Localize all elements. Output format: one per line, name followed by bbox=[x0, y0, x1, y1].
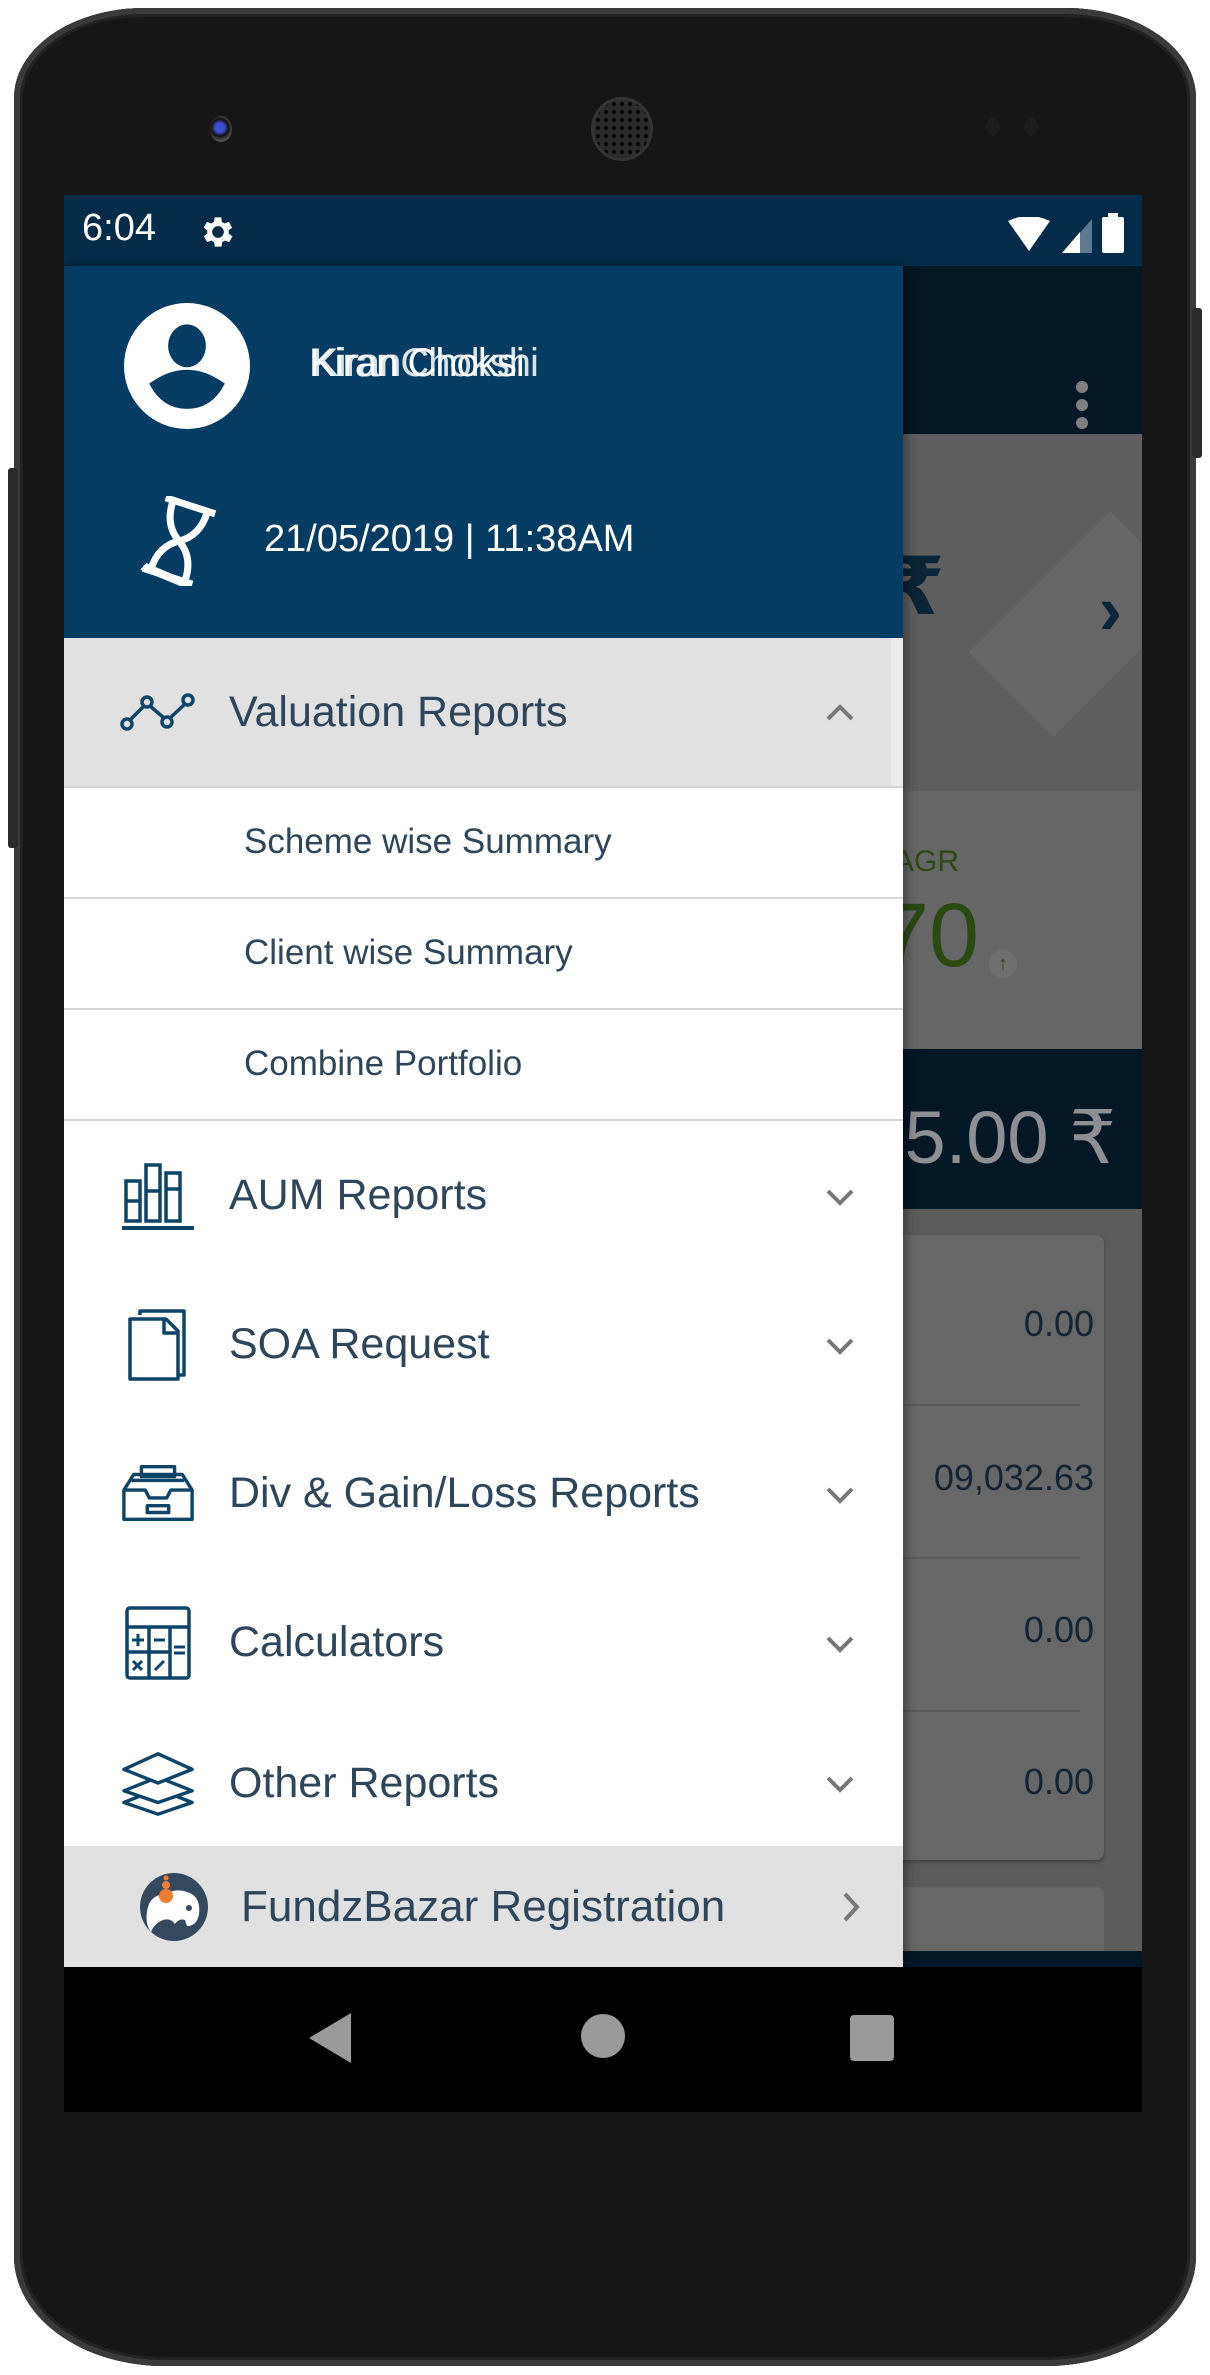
archive-tray-icon bbox=[120, 1456, 196, 1532]
power-button bbox=[1192, 308, 1202, 458]
chevron-down-icon[interactable] bbox=[823, 1179, 857, 1213]
wifi-icon bbox=[1008, 217, 1050, 251]
menu-label: AUM Reports bbox=[229, 1171, 488, 1219]
summary-row-value: 0.00 bbox=[1023, 1609, 1094, 1650]
row-divider bbox=[884, 1557, 1080, 1559]
summary-row-value: 0.00 bbox=[1023, 1303, 1094, 1344]
system-navigation-bar bbox=[64, 1967, 1142, 2112]
volume-button bbox=[8, 468, 18, 848]
recent-apps-icon[interactable] bbox=[850, 2015, 894, 2061]
fundzbazar-registration-item[interactable]: FundzBazar Registration bbox=[64, 1846, 903, 1967]
next-arrow-icon: › bbox=[1098, 571, 1122, 649]
more-options-icon bbox=[1076, 381, 1090, 435]
signal-icon bbox=[1062, 219, 1092, 253]
summary-row-value: 09,032.63 bbox=[933, 1457, 1094, 1498]
user-name: Kiran Choksi KiranChokshi bbox=[309, 341, 539, 386]
light-sensor bbox=[1024, 118, 1038, 136]
menu-item-valuation-reports[interactable]: Valuation Reports bbox=[64, 638, 903, 788]
row-divider bbox=[884, 1710, 1080, 1712]
menu-label: Calculators bbox=[229, 1618, 445, 1666]
menu-item-div-gain-loss-reports[interactable]: Div & Gain/Loss Reports bbox=[64, 1419, 903, 1568]
calculator-icon bbox=[120, 1605, 196, 1681]
cagr-label: AGR bbox=[894, 845, 960, 878]
chevron-down-icon[interactable] bbox=[823, 1477, 857, 1511]
last-login-time: 21/05/2019 | 11:38AM bbox=[264, 518, 635, 560]
drawer-menu: Valuation Reports Scheme wise Summary Cl… bbox=[64, 638, 903, 1849]
submenu-item-scheme-wise-summary[interactable]: Scheme wise Summary bbox=[64, 788, 903, 899]
chevron-down-icon[interactable] bbox=[823, 1626, 857, 1660]
fundzbazar-logo-icon bbox=[140, 1873, 208, 1941]
menu-label: SOA Request bbox=[229, 1320, 490, 1368]
bar-chart-icon bbox=[120, 1158, 196, 1234]
menu-item-soa-request[interactable]: SOA Request bbox=[64, 1270, 903, 1419]
summary-row-value: 0.00 bbox=[1023, 1761, 1094, 1802]
up-arrow-icon: ↑ bbox=[989, 950, 1017, 978]
battery-icon bbox=[1102, 213, 1124, 253]
menu-item-other-reports[interactable]: Other Reports bbox=[64, 1717, 903, 1849]
total-value: .5.00 ₹ bbox=[884, 1096, 1117, 1179]
submenu-item-client-wise-summary[interactable]: Client wise Summary bbox=[64, 899, 903, 1010]
menu-item-aum-reports[interactable]: AUM Reports bbox=[64, 1121, 903, 1270]
avatar-icon[interactable] bbox=[124, 303, 250, 429]
menu-label: Div & Gain/Loss Reports bbox=[229, 1469, 700, 1517]
status-icons bbox=[1006, 213, 1124, 253]
menu-label: Valuation Reports bbox=[229, 687, 568, 736]
home-icon[interactable] bbox=[581, 2014, 625, 2058]
drawer-scrollbar[interactable] bbox=[891, 638, 903, 786]
back-icon[interactable] bbox=[309, 2013, 351, 2063]
chevron-right-icon[interactable] bbox=[839, 1890, 863, 1924]
submenu-label: Client wise Summary bbox=[244, 933, 573, 972]
submenu-label: Scheme wise Summary bbox=[244, 822, 612, 861]
status-time: 6:04 bbox=[82, 207, 156, 249]
user-name-overlay: KiranChokshi bbox=[312, 341, 539, 385]
row-divider bbox=[884, 1404, 1080, 1406]
status-bar: 6:04 bbox=[64, 195, 1142, 266]
fundzbazar-label: FundzBazar Registration bbox=[241, 1882, 726, 1931]
hourglass-icon bbox=[140, 496, 217, 586]
chevron-down-icon[interactable] bbox=[823, 1766, 857, 1800]
drawer-header: Kiran Choksi KiranChokshi 21/05/2019 | 1… bbox=[64, 266, 903, 638]
navigation-drawer: Kiran Choksi KiranChokshi 21/05/2019 | 1… bbox=[64, 266, 903, 1967]
documents-icon bbox=[120, 1307, 196, 1383]
chevron-down-icon[interactable] bbox=[823, 1328, 857, 1362]
device-screen: 6:04 ₹ › AGR 70 ↑ .5.00 ₹ 0.00 09,032.63… bbox=[64, 195, 1142, 2112]
menu-item-calculators[interactable]: Calculators bbox=[64, 1568, 903, 1717]
layers-icon bbox=[120, 1745, 196, 1821]
gear-icon bbox=[203, 217, 233, 247]
earpiece-speaker bbox=[594, 100, 650, 158]
proximity-sensor bbox=[986, 118, 1000, 136]
submenu-item-combine-portfolio[interactable]: Combine Portfolio bbox=[64, 1010, 903, 1121]
menu-label: Other Reports bbox=[229, 1758, 500, 1807]
line-chart-icon bbox=[120, 674, 196, 750]
submenu-label: Combine Portfolio bbox=[244, 1044, 523, 1083]
chevron-up-icon[interactable] bbox=[823, 695, 857, 729]
front-camera bbox=[210, 116, 232, 142]
